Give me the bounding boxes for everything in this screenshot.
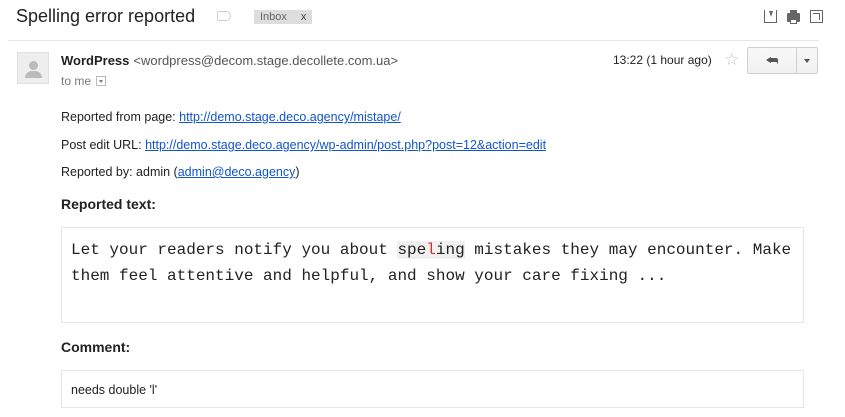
reply-icon: ⮪ [765, 52, 779, 68]
print-icon[interactable] [787, 10, 800, 24]
reported-by-close: ) [295, 165, 300, 179]
quote-word-error: l [426, 241, 436, 259]
header-divider [8, 40, 819, 41]
sender-email: <wordpress@decom.stage.decollete.com.ua> [133, 53, 399, 68]
reported-text-heading: Reported text: [61, 196, 156, 212]
recipient-text: to me [61, 74, 92, 88]
inbox-label-text: Inbox [260, 11, 287, 23]
comment-text: needs double 'l' [71, 383, 158, 397]
more-actions-button[interactable] [797, 48, 817, 73]
post-edit-line: Post edit URL: http://demo.stage.deco.ag… [61, 138, 546, 152]
avatar-icon [17, 52, 49, 84]
timestamp: 13:22 (1 hour ago) [613, 53, 712, 67]
reported-text-quote: Let your readers notify you about spelin… [61, 227, 804, 323]
inbox-label-chip[interactable]: Inbox x [254, 10, 313, 24]
post-edit-label: Post edit URL: [61, 138, 146, 152]
reported-by-line: Reported by: admin (admin@deco.agency) [61, 165, 300, 179]
top-actions [764, 10, 823, 24]
reply-button-group: ⮪ [747, 47, 818, 74]
comment-text-box: needs double 'l' [61, 370, 804, 408]
quote-word-start: spe [397, 241, 427, 259]
caret-down-icon [804, 58, 810, 63]
label-tag-icon[interactable] [217, 11, 231, 21]
reply-button[interactable]: ⮪ [748, 48, 797, 73]
reported-from-line: Reported from page: http://demo.stage.de… [61, 110, 401, 124]
new-window-icon[interactable] [810, 10, 823, 23]
comment-heading: Comment: [61, 339, 131, 355]
recipient-line: to me [61, 74, 107, 88]
email-subject: Spelling error reported [16, 6, 196, 26]
sender-line: WordPress <wordpress@decom.stage.decollet… [61, 53, 398, 68]
reported-from-label: Reported from page: [61, 110, 180, 124]
reported-by-email-link[interactable]: admin@deco.agency [178, 165, 296, 179]
quote-word-end: ing [435, 241, 465, 259]
download-icon[interactable] [764, 10, 777, 23]
show-details-caret-icon[interactable] [96, 76, 107, 86]
reported-by-label: Reported by: admin ( [61, 165, 178, 179]
sender-name[interactable]: WordPress [61, 53, 129, 68]
highlighted-misspelling: speling [397, 241, 465, 259]
star-icon[interactable]: ☆ [724, 50, 739, 70]
remove-label-button[interactable]: x [301, 11, 307, 23]
post-edit-link[interactable]: http://demo.stage.deco.agency/wp-admin/p… [145, 138, 546, 152]
reported-from-link[interactable]: http://demo.stage.deco.agency/mistape/ [179, 110, 401, 124]
quote-before: Let your readers notify you about [71, 241, 398, 259]
